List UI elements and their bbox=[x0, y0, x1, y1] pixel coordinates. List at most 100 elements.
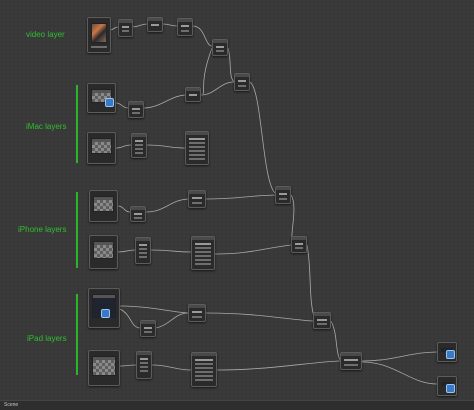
video-read-node[interactable] bbox=[87, 17, 111, 53]
wire bbox=[131, 23, 148, 28]
group-label-iphone: iPhone layers bbox=[18, 225, 67, 234]
ipad-grade-node[interactable] bbox=[191, 352, 217, 387]
screen-badge-icon bbox=[446, 350, 455, 359]
wire bbox=[214, 244, 292, 255]
node-row bbox=[139, 252, 147, 254]
wire bbox=[202, 47, 213, 95]
node-row bbox=[344, 364, 358, 366]
node-header bbox=[186, 132, 208, 135]
ipad-read-node-2[interactable] bbox=[88, 350, 120, 386]
wire bbox=[216, 360, 341, 371]
iphone-read-node-1[interactable] bbox=[89, 190, 118, 222]
video-thumbnail bbox=[91, 23, 107, 43]
imac-merge-node-1[interactable] bbox=[185, 87, 201, 102]
node-header bbox=[119, 20, 132, 23]
video-grade-node[interactable] bbox=[177, 18, 193, 36]
node-header bbox=[276, 187, 290, 190]
node-header bbox=[213, 40, 227, 43]
node-header bbox=[292, 237, 306, 240]
wire bbox=[200, 81, 235, 96]
iphone-read-node-2[interactable] bbox=[89, 235, 118, 269]
node-row bbox=[135, 152, 143, 154]
node-row bbox=[195, 371, 213, 373]
node-header bbox=[148, 18, 162, 21]
node-row bbox=[195, 367, 213, 369]
iphone-shuffle-node[interactable] bbox=[135, 237, 151, 264]
node-row bbox=[317, 323, 327, 325]
node-row bbox=[216, 50, 224, 52]
status-bar: Scene bbox=[0, 400, 474, 410]
node-row bbox=[151, 24, 159, 26]
node-row bbox=[132, 108, 140, 110]
node-row bbox=[216, 46, 224, 48]
node-row bbox=[140, 362, 148, 364]
ipad-read-node-1[interactable] bbox=[88, 288, 120, 328]
final-merge-node[interactable] bbox=[340, 352, 362, 370]
node-header bbox=[132, 134, 146, 137]
imac-read-node-1[interactable] bbox=[87, 83, 116, 113]
node-row bbox=[140, 370, 148, 372]
node-row bbox=[195, 243, 211, 245]
wire bbox=[117, 249, 136, 253]
iphone-grade-node[interactable] bbox=[191, 236, 215, 270]
imac-thumbnail-2 bbox=[91, 138, 112, 154]
node-header bbox=[341, 353, 361, 356]
node-row bbox=[195, 375, 213, 377]
wire bbox=[145, 198, 189, 213]
node-row bbox=[122, 26, 129, 28]
ipad-merge-node-2[interactable] bbox=[313, 312, 331, 329]
node-row bbox=[91, 46, 107, 48]
wire bbox=[162, 23, 178, 27]
node-row bbox=[192, 311, 202, 313]
node-row bbox=[144, 327, 152, 329]
node-header bbox=[192, 237, 214, 240]
node-row bbox=[189, 146, 205, 148]
iphone-merge-node-1[interactable] bbox=[188, 190, 206, 208]
group-label-imac: iMac layers bbox=[26, 122, 67, 131]
node-header bbox=[189, 305, 205, 308]
group-label-ipad: iPad layers bbox=[27, 334, 67, 343]
wire bbox=[249, 81, 276, 194]
node-header bbox=[137, 352, 151, 355]
video-transform-node[interactable] bbox=[118, 19, 133, 37]
node-row bbox=[195, 247, 211, 249]
viewer-node-2[interactable] bbox=[437, 376, 457, 396]
iphone-merge-node-3[interactable] bbox=[291, 236, 307, 253]
node-row bbox=[134, 213, 142, 215]
group-bar-imac bbox=[76, 85, 78, 163]
viewer-node-1[interactable] bbox=[437, 342, 457, 362]
imac-read-node-2[interactable] bbox=[87, 132, 116, 164]
connection-wires bbox=[109, 23, 438, 385]
node-header bbox=[129, 102, 143, 105]
node-row bbox=[238, 80, 246, 82]
node-row bbox=[279, 193, 287, 195]
wire bbox=[151, 364, 192, 371]
screen-badge-icon bbox=[105, 98, 114, 107]
node-row bbox=[195, 255, 211, 257]
wire bbox=[205, 312, 314, 322]
video-merge-node[interactable] bbox=[212, 39, 228, 56]
imac-merge-node-2[interactable] bbox=[234, 73, 250, 91]
iphone-merge-node-2[interactable] bbox=[275, 186, 291, 204]
screen-badge-icon bbox=[101, 309, 110, 318]
video-crop-node[interactable] bbox=[147, 17, 163, 32]
node-row bbox=[181, 30, 189, 32]
wire bbox=[146, 144, 186, 149]
iphone-transform-node[interactable] bbox=[130, 206, 146, 222]
node-header bbox=[136, 238, 150, 241]
node-graph-canvas[interactable]: video layer iMac layers iPhone layers iP… bbox=[0, 0, 474, 410]
node-row bbox=[139, 244, 147, 246]
node-row bbox=[189, 158, 205, 160]
wire bbox=[115, 102, 129, 109]
imac-shuffle-node[interactable] bbox=[131, 133, 147, 158]
node-row bbox=[195, 263, 211, 265]
node-row bbox=[122, 30, 129, 32]
iphone-thumbnail-1 bbox=[93, 196, 114, 212]
group-bar-ipad bbox=[76, 294, 78, 375]
imac-grade-node[interactable] bbox=[185, 131, 209, 165]
node-row bbox=[139, 248, 147, 250]
imac-transform-node[interactable] bbox=[128, 101, 144, 118]
ipad-merge-node-1[interactable] bbox=[188, 304, 206, 322]
ipad-transform-node[interactable] bbox=[140, 320, 156, 337]
ipad-shuffle-node[interactable] bbox=[136, 351, 152, 379]
